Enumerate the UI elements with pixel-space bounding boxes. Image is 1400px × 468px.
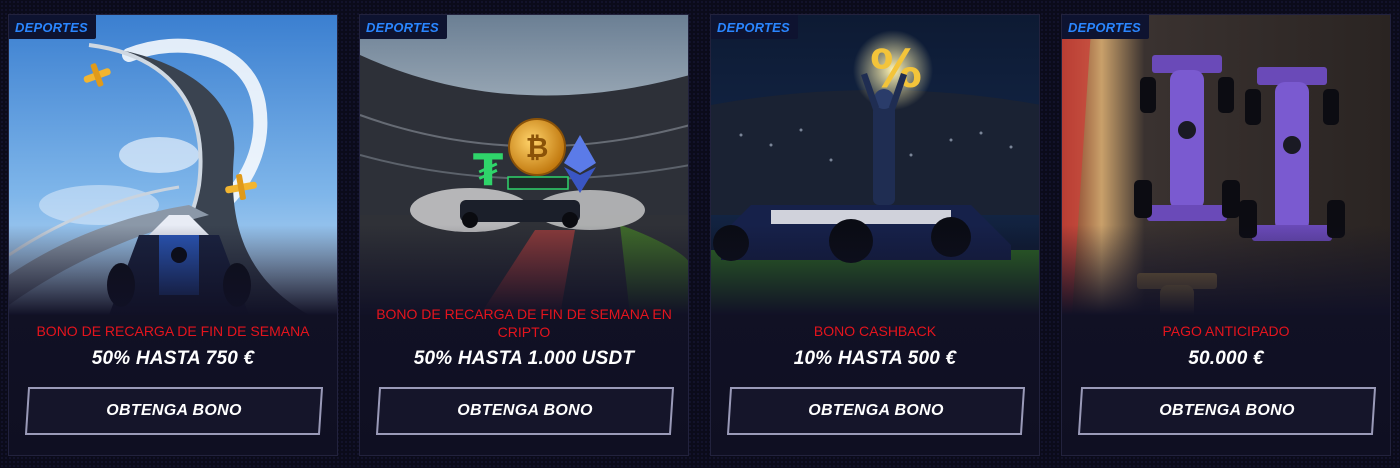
get-bonus-label: OBTENGA BONO <box>457 402 593 419</box>
category-tag: DEPORTES <box>711 15 798 39</box>
promo-card-early-payout[interactable]: DEPORTES PAGO ANTICIPADO 50.000 € OBTENG… <box>1061 14 1391 456</box>
promo-image-plane-track <box>9 15 337 315</box>
promo-card-cashback[interactable]: % DEPORTES BONO CASHBACK 10% HASTA 500 €… <box>710 14 1040 456</box>
get-bonus-button[interactable]: OBTENGA BONO <box>1078 387 1376 435</box>
promo-subtitle: BONO CASHBACK <box>813 323 937 339</box>
promo-amount: 50.000 € <box>1188 348 1264 369</box>
get-bonus-label: OBTENGA BONO <box>106 402 242 419</box>
promo-image-crypto-stadium: ₿ ₮ <box>360 15 688 315</box>
get-bonus-button[interactable]: OBTENGA BONO <box>727 387 1025 435</box>
promo-card-crypto-reload[interactable]: ₿ ₮ DEPORTES BONO DE RECARGA DE FIN DE S… <box>359 14 689 456</box>
get-bonus-label: OBTENGA BONO <box>808 402 944 419</box>
promo-image-racecars <box>1062 15 1390 315</box>
get-bonus-label: OBTENGA BONO <box>1159 402 1295 419</box>
category-tag: DEPORTES <box>9 15 96 39</box>
tether-icon: ₮ <box>473 145 504 196</box>
category-tag: DEPORTES <box>360 15 447 39</box>
promo-subtitle: PAGO ANTICIPADO <box>1162 323 1290 339</box>
promotions-row: DEPORTES BONO DE RECARGA DE FIN DE SEMAN… <box>0 0 1400 468</box>
racecar-gold <box>1137 273 1217 315</box>
get-bonus-button[interactable]: OBTENGA BONO <box>25 387 323 435</box>
bitcoin-icon: ₿ <box>526 131 549 164</box>
category-tag: DEPORTES <box>1062 15 1149 39</box>
promo-subtitle: BONO DE RECARGA DE FIN DE SEMANA <box>36 323 310 339</box>
promo-subtitle: BONO DE RECARGA DE FIN DE SEMANA EN CRIP… <box>376 306 672 340</box>
promo-amount: 50% HASTA 1.000 USDT <box>413 348 635 369</box>
get-bonus-button[interactable]: OBTENGA BONO <box>376 387 674 435</box>
promo-amount: 10% HASTA 500 € <box>793 348 957 369</box>
promo-image-driver-trophy: % <box>711 15 1039 315</box>
promo-amount: 50% HASTA 750 € <box>91 348 255 369</box>
promo-card-weekend-reload[interactable]: DEPORTES BONO DE RECARGA DE FIN DE SEMAN… <box>8 14 338 456</box>
